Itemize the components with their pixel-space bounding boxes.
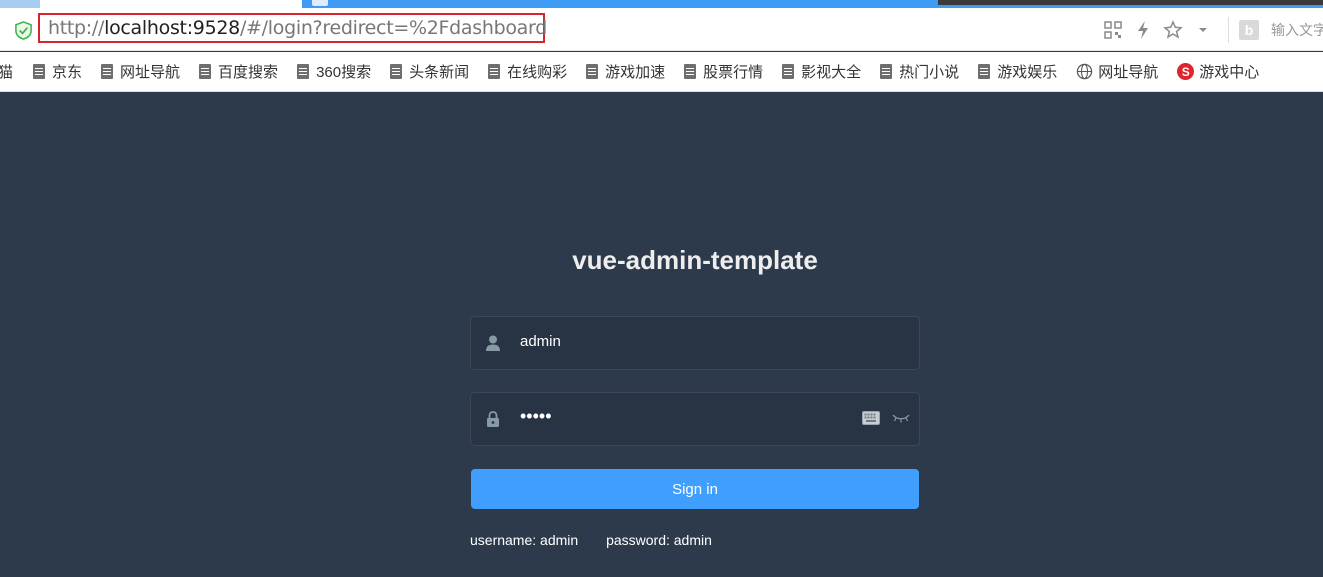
bookmark-item[interactable]: 股票行情 <box>684 61 763 82</box>
bookmark-label: 京东 <box>52 64 83 81</box>
globe-icon <box>1077 63 1093 80</box>
bookmark-label: 360搜索 <box>316 64 372 81</box>
eye-closed-icon[interactable] <box>892 412 910 424</box>
bookmark-label: 在线购彩 <box>507 64 568 81</box>
shield-icon[interactable] <box>14 21 33 40</box>
password-input[interactable]: ••••• <box>520 406 552 427</box>
bookmark-item[interactable]: 京东 <box>33 61 82 82</box>
bing-search-icon[interactable]: b <box>1239 19 1259 40</box>
document-icon <box>101 64 114 79</box>
bookmark-label: 股票行情 <box>703 64 764 81</box>
browser-tab-inactive[interactable] <box>0 0 40 8</box>
bookmark-label: 百度搜索 <box>218 64 279 81</box>
bookmark-label: 游戏加速 <box>605 64 666 81</box>
chevron-down-icon[interactable] <box>1188 20 1218 40</box>
bookmark-item[interactable]: 360搜索 <box>297 61 371 82</box>
lightning-icon[interactable] <box>1128 20 1158 40</box>
bookmark-item[interactable]: 游戏娱乐 <box>978 61 1057 82</box>
username-tip: username: admin <box>470 532 579 548</box>
address-bar-tools: b 输入文字 <box>1098 8 1323 51</box>
keyboard-icon[interactable] <box>862 411 880 425</box>
bookmark-item[interactable]: 网址导航 <box>101 61 180 82</box>
bookmark-label: 热门小说 <box>899 64 960 81</box>
password-field[interactable]: ••••• <box>470 392 920 446</box>
document-icon <box>297 64 310 79</box>
document-icon <box>488 64 501 79</box>
username-input[interactable]: admin <box>520 333 561 350</box>
url-text: http://localhost:9528/#/login?redirect=%… <box>48 17 547 39</box>
browser-tab-strip <box>0 0 1323 8</box>
url-path: /#/login?redirect=%2Fdashboard <box>239 17 547 39</box>
login-tips: username: admin password: admin <box>470 532 712 548</box>
url-input[interactable]: http://localhost:9528/#/login?redirect=%… <box>38 13 547 43</box>
bookmark-item[interactable]: 百度搜索 <box>199 61 278 82</box>
bookmarks-bar: 猫 京东 网址导航 百度搜索 360搜索 头条新闻 在线购彩 游戏加速 股票行情… <box>0 52 1323 92</box>
qr-code-icon[interactable] <box>1098 20 1128 39</box>
star-icon[interactable] <box>1158 19 1188 40</box>
url-prefix: http:// <box>48 17 105 39</box>
document-icon <box>586 64 599 79</box>
document-icon <box>199 64 212 79</box>
address-bar: http://localhost:9528/#/login?redirect=%… <box>0 8 1323 51</box>
document-icon <box>782 64 795 79</box>
bookmark-item[interactable]: 头条新闻 <box>390 61 469 82</box>
sign-in-button[interactable]: Sign in <box>471 469 919 509</box>
search-box-placeholder[interactable]: 输入文字 <box>1271 20 1323 40</box>
browser-tab-active[interactable] <box>40 0 302 8</box>
bookmark-partial[interactable]: 猫 <box>0 61 13 82</box>
bookmark-item[interactable]: 游戏加速 <box>586 61 665 82</box>
password-tip: password: admin <box>606 532 712 548</box>
game-center-icon: S <box>1177 63 1195 80</box>
bookmark-item[interactable]: S 游戏中心 <box>1177 61 1259 82</box>
bookmark-item[interactable]: 在线购彩 <box>488 61 567 82</box>
bookmark-label: 网址导航 <box>1098 64 1159 81</box>
toolbar-divider <box>1228 16 1229 43</box>
url-host: localhost:9528 <box>104 17 240 39</box>
document-icon <box>33 64 46 79</box>
bookmark-label: 影视大全 <box>801 64 862 81</box>
bookmark-label: 游戏娱乐 <box>997 64 1058 81</box>
bookmark-item[interactable]: 网址导航 <box>1076 61 1158 82</box>
username-field[interactable]: admin <box>470 316 920 370</box>
bookmark-label: 游戏中心 <box>1199 64 1260 81</box>
bookmark-item[interactable]: 影视大全 <box>782 61 861 82</box>
browser-tab-dark[interactable] <box>938 0 1323 5</box>
bookmark-item[interactable]: 热门小说 <box>880 61 959 82</box>
document-icon <box>684 64 697 79</box>
document-icon <box>880 64 893 79</box>
bookmark-label: 猫 <box>0 61 13 82</box>
bookmark-label: 头条新闻 <box>409 64 470 81</box>
new-tab-icon[interactable] <box>312 0 328 6</box>
user-icon <box>486 335 500 351</box>
lock-icon <box>487 411 499 427</box>
login-title: vue-admin-template <box>572 245 818 275</box>
document-icon <box>390 64 403 79</box>
bookmark-label: 网址导航 <box>120 64 181 81</box>
document-icon <box>978 64 991 79</box>
